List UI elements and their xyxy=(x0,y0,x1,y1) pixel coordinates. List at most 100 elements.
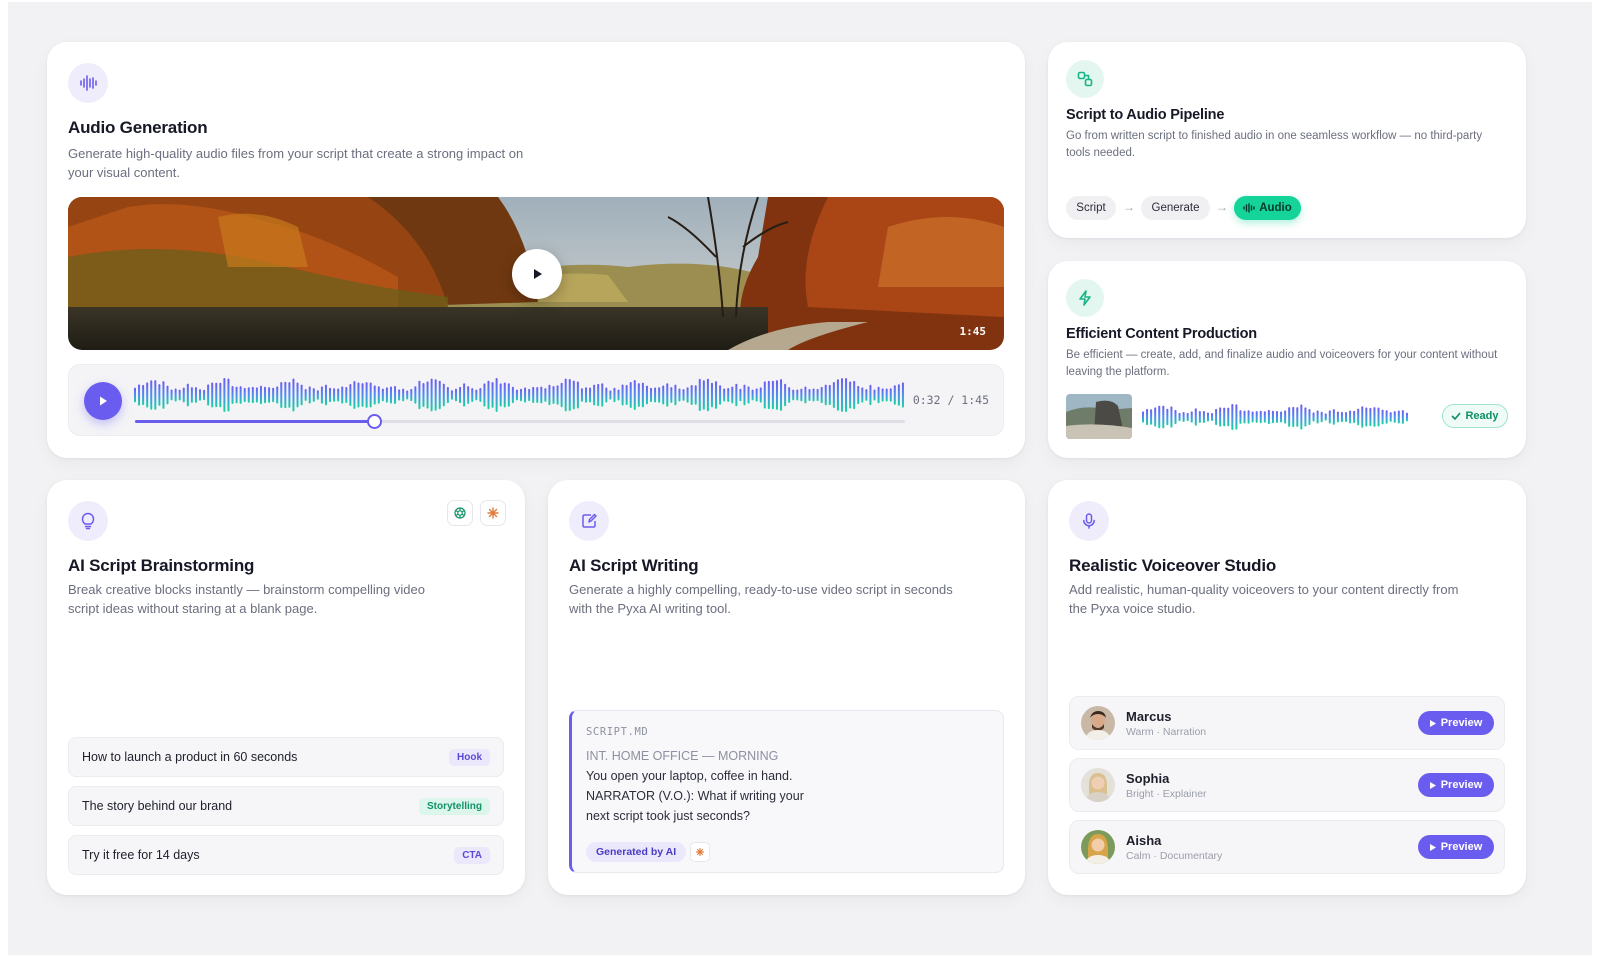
waveform-bar xyxy=(194,387,197,403)
waveform-bar xyxy=(723,388,726,402)
waveform-bar xyxy=(763,381,766,409)
waveform-bar xyxy=(1174,409,1177,425)
audio-waveform xyxy=(1142,404,1408,430)
waveform-bar xyxy=(670,387,673,403)
waveform-bar xyxy=(1349,410,1352,424)
pipeline-step-script[interactable]: Script xyxy=(1066,196,1116,220)
waveform-bar xyxy=(1251,411,1254,423)
preview-button[interactable]: Preview xyxy=(1418,773,1494,797)
audio-waveform[interactable] xyxy=(134,378,906,412)
waveform-bar xyxy=(552,386,555,404)
waveform-bar xyxy=(812,388,815,402)
waveform-bar xyxy=(727,388,730,402)
waveform-bar xyxy=(199,389,202,401)
waveform-bar xyxy=(1340,411,1343,423)
voice-description: Calm · Documentary xyxy=(1126,850,1223,862)
status-label: Ready xyxy=(1465,410,1499,422)
waveform-bar xyxy=(227,378,230,412)
progress-handle[interactable] xyxy=(366,414,382,429)
waveform-bar xyxy=(361,383,364,407)
idea-item[interactable]: How to launch a product in 60 seconds Ho… xyxy=(68,737,504,777)
waveform-bar xyxy=(467,386,470,404)
waveform-bar xyxy=(385,387,388,403)
waveform-bar xyxy=(284,381,287,409)
audio-generation-description: Generate high-quality audio files from y… xyxy=(68,146,524,180)
waveform-bar xyxy=(300,384,303,406)
idea-item[interactable]: The story behind our brand Storytelling xyxy=(68,786,504,826)
waveform-bar xyxy=(840,378,843,412)
waveform-bar xyxy=(178,389,181,401)
pipeline-step-generate[interactable]: Generate xyxy=(1141,196,1210,220)
waveform-bar xyxy=(158,384,161,406)
idea-text: Try it free for 14 days xyxy=(82,848,200,862)
waveform-bar xyxy=(410,388,413,402)
waveform-bar xyxy=(138,384,141,406)
voiceover-description: Add realistic, human-quality voiceovers … xyxy=(1069,582,1459,616)
waveform-bar xyxy=(1259,410,1262,424)
script-line: INT. HOME OFFICE — MORNING xyxy=(586,749,779,763)
idea-item[interactable]: Try it free for 14 days CTA xyxy=(68,835,504,875)
waveform-bar xyxy=(568,379,571,411)
waveform-bar xyxy=(1271,410,1274,424)
openai-model-button[interactable] xyxy=(447,500,473,526)
video-play-button[interactable] xyxy=(512,249,562,299)
claude-model-button[interactable] xyxy=(480,500,506,526)
audio-play-button[interactable] xyxy=(84,382,122,420)
openai-icon xyxy=(454,507,466,519)
waveform-bar xyxy=(536,387,539,403)
waveform-bar xyxy=(662,385,665,405)
waveform-bar xyxy=(609,390,612,400)
voice-name: Sophia xyxy=(1126,771,1170,786)
waveform-bar xyxy=(828,384,831,406)
voice-item[interactable]: Sophia Bright · Explainer Preview xyxy=(1069,758,1505,812)
waveform-bar xyxy=(1353,410,1356,424)
waveform-bar xyxy=(203,389,206,401)
waveform-bar xyxy=(434,379,437,411)
lightning-icon xyxy=(1066,279,1104,317)
efficient-content-card: Efficient Content Production Be efficien… xyxy=(1048,261,1526,458)
waveform-bar xyxy=(528,388,531,402)
waveform-bar xyxy=(1401,410,1404,424)
waveform-bar xyxy=(743,384,746,406)
waveform-bar xyxy=(1316,410,1319,424)
waveform-bar xyxy=(1280,411,1283,423)
pipeline-step-audio-label: Audio xyxy=(1259,202,1292,214)
waveform-bar xyxy=(816,388,819,402)
voice-description: Bright · Explainer xyxy=(1126,788,1207,800)
waveform-bar xyxy=(142,384,145,406)
waveform-bar xyxy=(715,381,718,409)
waveform-bar xyxy=(1296,407,1299,427)
waveform-bar xyxy=(885,388,888,402)
waveform-bar xyxy=(365,382,368,408)
waveform-bar xyxy=(625,385,628,406)
play-icon xyxy=(1429,719,1436,727)
waveform-bar xyxy=(710,382,713,408)
waveform-bar xyxy=(1158,405,1161,429)
waveform-bar xyxy=(381,388,384,402)
waveform-bar xyxy=(1300,404,1303,430)
idea-tag: Storytelling xyxy=(418,798,490,815)
waveform-bar xyxy=(186,383,189,407)
video-thumbnail[interactable]: 1:45 xyxy=(68,197,1004,350)
waveform-bar xyxy=(796,389,799,401)
voice-item[interactable]: Aisha Calm · Documentary Preview xyxy=(1069,820,1505,874)
waveform-bar xyxy=(483,383,486,407)
waveform-bar xyxy=(1324,413,1327,421)
waveform-bar xyxy=(780,379,783,411)
waveform-bar xyxy=(162,381,165,409)
voice-item[interactable]: Marcus Warm · Narration Preview xyxy=(1069,696,1505,750)
preview-button[interactable]: Preview xyxy=(1418,835,1494,859)
preview-button[interactable]: Preview xyxy=(1418,711,1494,735)
progress-track[interactable] xyxy=(135,414,905,429)
media-thumbnail[interactable] xyxy=(1066,394,1132,439)
arrow-right-icon: → xyxy=(1123,200,1135,214)
pipeline-step-audio[interactable]: Audio xyxy=(1234,196,1301,220)
script-line: You open your laptop, coffee in hand. xyxy=(586,769,793,783)
avatar xyxy=(1081,830,1115,864)
waveform-bar xyxy=(1227,407,1230,427)
idea-text: How to launch a product in 60 seconds xyxy=(82,750,298,764)
waveform-bar xyxy=(1202,410,1205,424)
waveform-bar xyxy=(1255,411,1258,423)
waveform-bar xyxy=(398,389,401,401)
script-line: next script took just seconds? xyxy=(586,809,750,823)
